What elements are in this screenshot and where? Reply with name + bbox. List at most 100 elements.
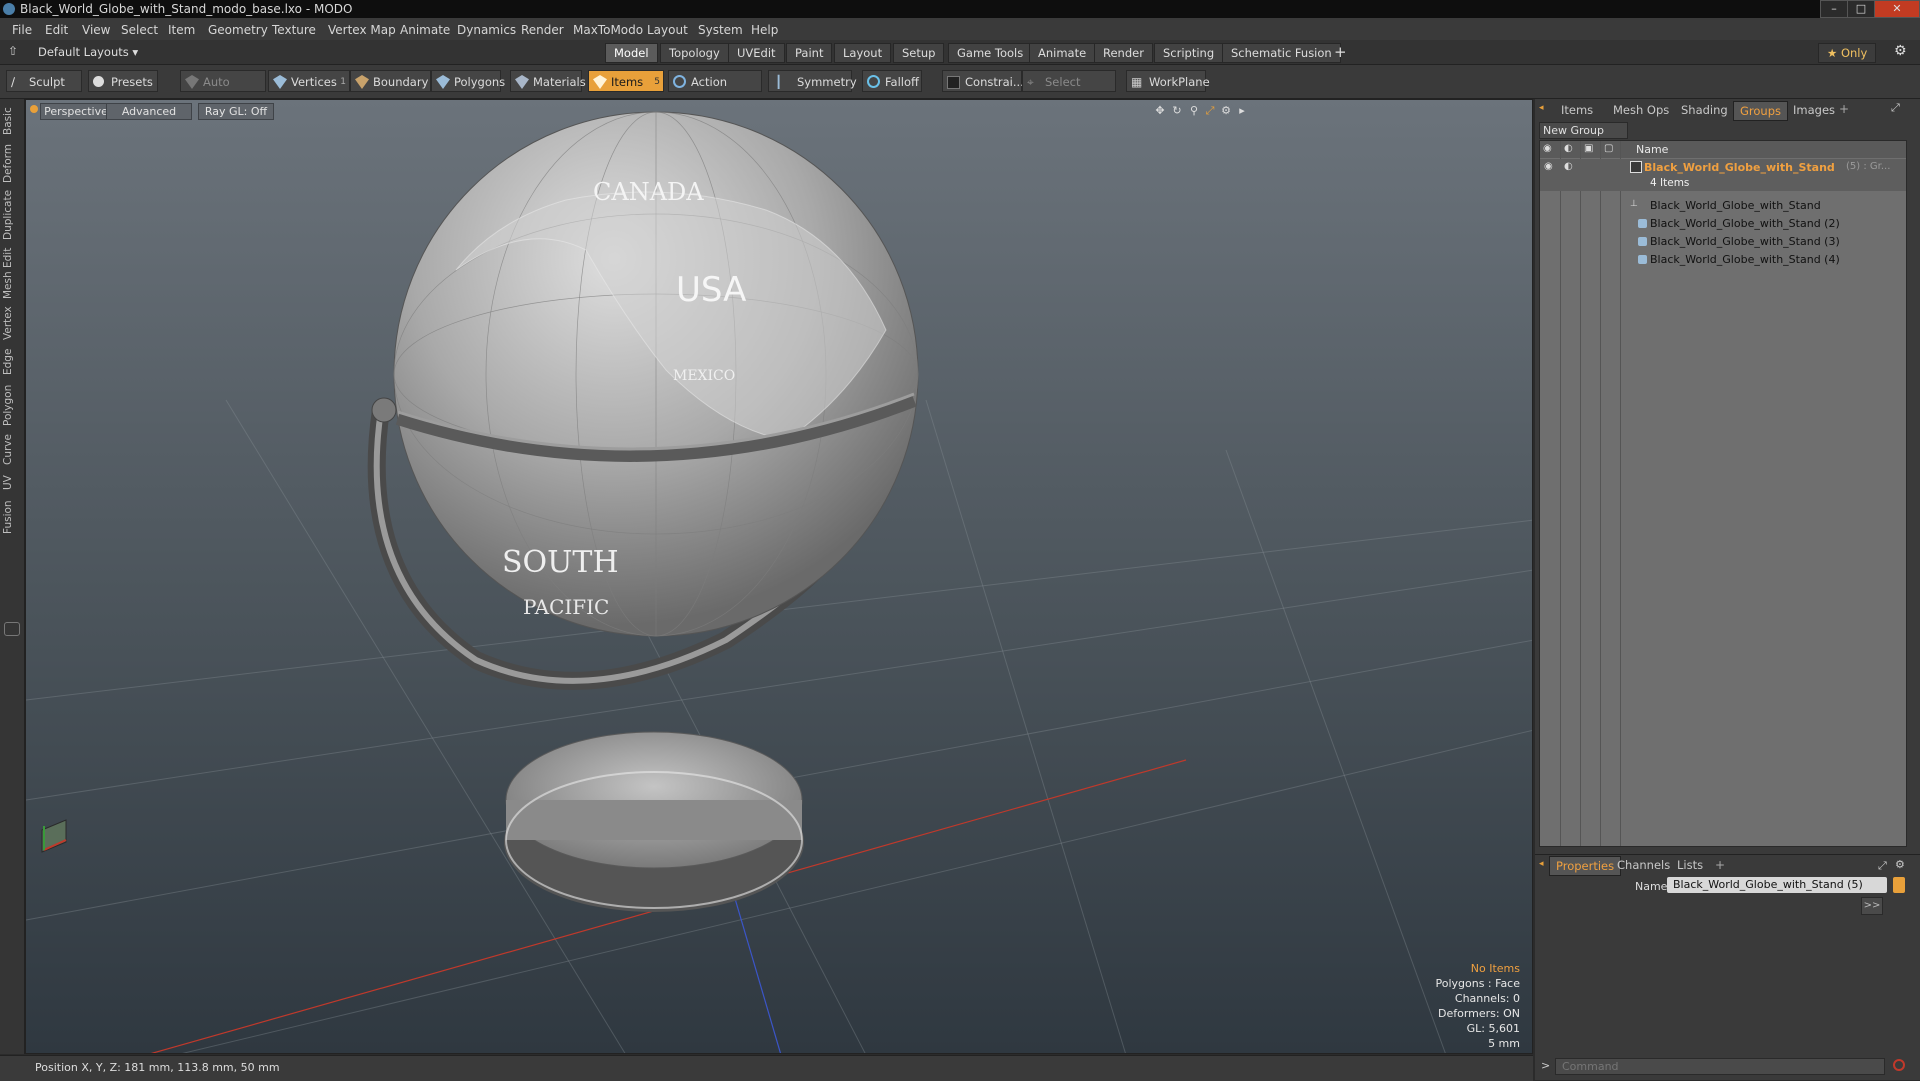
list-item[interactable]: Black_World_Globe_with_Stand (2) [1540, 215, 1906, 233]
tab-setup[interactable]: Setup [893, 43, 945, 63]
menu-help[interactable]: Help [751, 23, 778, 37]
tab-images[interactable]: Images [1787, 101, 1841, 119]
tab-paint[interactable]: Paint [786, 43, 833, 63]
layout-selector[interactable]: Default Layouts ▾ [38, 45, 138, 59]
tab-uvedit[interactable]: UVEdit [728, 43, 785, 63]
symmetry-button[interactable]: ┃ Symmetry [768, 70, 857, 92]
menu-layout[interactable]: Layout [647, 23, 688, 37]
items-button[interactable]: Items 5 [588, 70, 664, 92]
vtab-duplicate[interactable]: Duplicate [2, 189, 22, 241]
render-toggle-icon[interactable]: ◐ [1564, 161, 1573, 172]
menu-item[interactable]: Item [168, 23, 195, 37]
layout-collapse-icon[interactable]: ⇧ [8, 44, 18, 58]
command-input[interactable] [1555, 1058, 1885, 1075]
menu-file[interactable]: File [12, 23, 32, 37]
tab-items[interactable]: Items [1555, 101, 1599, 119]
raygl-button[interactable]: Ray GL: Off [198, 103, 274, 120]
constraints-button[interactable]: Constrai... [942, 70, 1024, 92]
panel-collapse-icon[interactable]: ◂ [1539, 103, 1544, 113]
viewport-options-icon[interactable] [30, 105, 38, 113]
tab-channels[interactable]: Channels [1611, 856, 1676, 874]
list-item[interactable]: Black_World_Globe_with_Stand (4) [1540, 251, 1906, 269]
group-row[interactable]: ◉ ◐ Black_World_Globe_with_Stand (5) : G… [1540, 159, 1906, 191]
select-through-button[interactable]: ⌖ Select Through [1022, 70, 1116, 111]
tab-topology[interactable]: Topology [660, 43, 729, 63]
panel-expand-icon[interactable]: ⤢ [1891, 101, 1900, 115]
menu-animate[interactable]: Animate [400, 23, 450, 37]
shading-mode-button[interactable]: Advanced [106, 103, 192, 120]
only-button[interactable]: ★ Only [1818, 43, 1877, 63]
list-item[interactable]: Black_World_Globe_with_Stand (3) [1540, 233, 1906, 251]
action-center-button[interactable]: Action Center [668, 70, 762, 111]
tab-game-tools[interactable]: Game Tools [948, 43, 1033, 63]
menu-dynamics[interactable]: Dynamics [457, 23, 516, 37]
vtab-vertex[interactable]: Vertex [2, 305, 22, 341]
vtab-curve[interactable]: Curve [2, 433, 22, 467]
properties-gear-icon[interactable]: ⚙ [1895, 858, 1905, 871]
workplane-button[interactable]: ▦ WorkPlane [1126, 70, 1210, 92]
expand-properties-button[interactable]: >> [1861, 897, 1883, 915]
menu-texture[interactable]: Texture [272, 23, 316, 37]
viewport-stats: No Items Polygons : Face Channels: 0 Def… [1435, 961, 1520, 1051]
zoom-view-icon[interactable]: ⚲ [1188, 105, 1200, 117]
presets-button[interactable]: Presets [88, 70, 158, 92]
tab-animate[interactable]: Animate [1029, 43, 1096, 63]
menu-system[interactable]: System [698, 23, 743, 37]
materials-button[interactable]: Materials [510, 70, 586, 92]
menu-geometry[interactable]: Geometry [208, 23, 268, 37]
vtab-mesh-edit[interactable]: Mesh Edit [2, 247, 22, 299]
vtab-basic[interactable]: Basic [2, 105, 22, 137]
materials-label: Materials [533, 75, 586, 89]
tab-shading[interactable]: Shading [1675, 101, 1734, 119]
close-button[interactable]: ✕ [1874, 0, 1920, 18]
tab-render[interactable]: Render [1094, 43, 1153, 63]
add-panel-tab-button[interactable]: + [1839, 102, 1849, 116]
move-view-icon[interactable]: ✥ [1154, 105, 1166, 117]
tab-layout[interactable]: Layout [834, 43, 892, 63]
rotate-view-icon[interactable]: ↻ [1171, 105, 1183, 117]
viewport-gear-icon[interactable]: ⚙ [1220, 105, 1232, 117]
presets-icon [93, 76, 104, 87]
tab-scripting[interactable]: Scripting [1154, 43, 1224, 63]
sculpt-button[interactable]: ∕ Sculpt [6, 70, 82, 92]
name-color-swatch[interactable] [1893, 877, 1905, 893]
strip-toggle-button[interactable] [4, 622, 20, 636]
vtab-uv[interactable]: UV [2, 473, 22, 493]
tab-model[interactable]: Model [605, 43, 658, 63]
vtab-edge[interactable]: Edge [2, 347, 22, 377]
polygons-button[interactable]: Polygons [431, 70, 505, 92]
tab-groups[interactable]: Groups [1733, 101, 1789, 121]
viewport-menu-icon[interactable]: ▸ [1236, 105, 1248, 117]
menu-maxtomodo[interactable]: MaxToModo [573, 23, 643, 37]
vtab-polygon[interactable]: Polygon [2, 383, 22, 427]
eye-icon[interactable]: ◉ [1544, 161, 1553, 172]
minimize-button[interactable]: – [1820, 0, 1848, 18]
item-name-field[interactable]: Black_World_Globe_with_Stand (5) [1667, 877, 1887, 893]
menu-view[interactable]: View [82, 23, 110, 37]
menu-vertex-map[interactable]: Vertex Map [328, 23, 396, 37]
menu-render[interactable]: Render [521, 23, 564, 37]
add-tab-button[interactable]: + [1334, 43, 1347, 61]
3d-viewport[interactable]: CANADA USA MEXICO SOUTH PACIFIC Perspect… [25, 99, 1533, 1054]
vtab-fusion[interactable]: Fusion [2, 499, 22, 535]
properties-collapse-icon[interactable]: ◂ [1539, 859, 1544, 869]
view-mode-button[interactable]: Perspective [40, 103, 112, 120]
command-stop-icon[interactable] [1893, 1059, 1905, 1071]
fit-view-icon[interactable]: ⤢ [1204, 105, 1216, 117]
list-item[interactable]: ⊥ Black_World_Globe_with_Stand [1540, 197, 1906, 215]
tab-schematic-fusion[interactable]: Schematic Fusion [1222, 43, 1341, 63]
add-properties-tab-button[interactable]: + [1715, 858, 1725, 872]
falloff-button[interactable]: Falloff [862, 70, 922, 92]
gear-icon[interactable]: ⚙ [1894, 43, 1907, 59]
tab-lists[interactable]: Lists [1671, 856, 1709, 874]
maximize-button[interactable]: □ [1847, 0, 1875, 18]
tab-mesh-ops[interactable]: Mesh Ops [1607, 101, 1675, 119]
new-group-button[interactable]: New Group [1539, 122, 1628, 139]
vtab-deform[interactable]: Deform [2, 143, 22, 183]
menu-select[interactable]: Select [121, 23, 158, 37]
auto-select-button[interactable]: Auto Select [180, 70, 266, 111]
vertices-button[interactable]: Vertices 1 [268, 70, 350, 92]
menu-edit[interactable]: Edit [45, 23, 68, 37]
properties-expand-icon[interactable]: ⤢ [1878, 859, 1887, 873]
boundary-button[interactable]: Boundary [350, 70, 431, 92]
